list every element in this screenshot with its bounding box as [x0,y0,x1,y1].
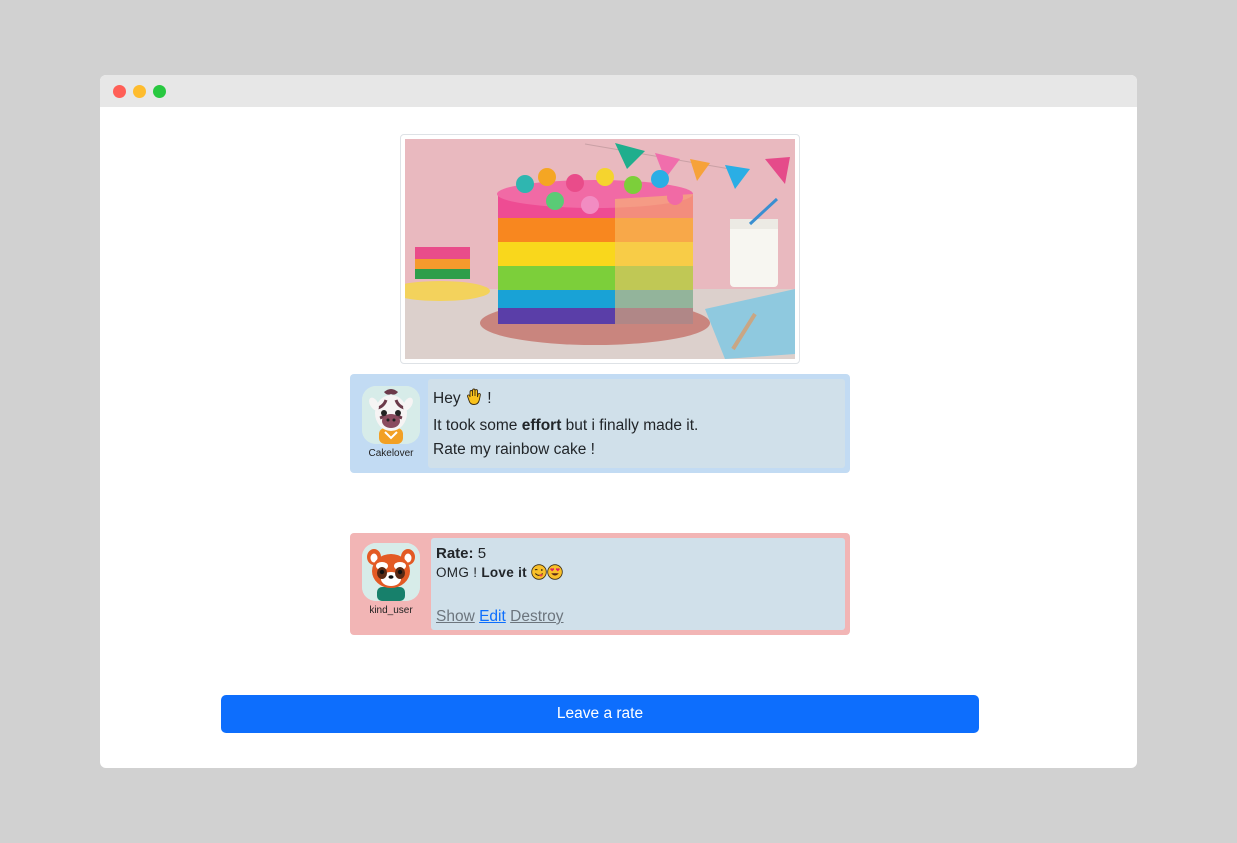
post-line-greeting: Hey ! [433,387,840,414]
post-author: Cakelover [360,386,422,459]
effort-pre-text: It took some [433,417,518,434]
maximize-window-icon[interactable] [153,85,166,98]
effort-post-text: but i finally made it. [565,417,699,434]
browser-window: Cakelover Hey ! It took some effort but … [100,75,1137,768]
rate-comment: OMG ! Love it [436,564,840,585]
rainbow-cake-photo-icon [405,139,795,359]
rate-label: Rate: [436,545,474,562]
heart-eyes-icon [547,564,563,585]
close-window-icon[interactable] [113,85,126,98]
rate-score: Rate: 5 [436,544,840,564]
effort-bold-text: effort [521,417,562,434]
rate-message: Rate: 5 OMG ! Love it Show Edit Destroy [431,538,845,630]
destroy-link[interactable]: Destroy [510,608,563,625]
leave-a-rate-button[interactable]: Leave a rate [221,695,979,733]
post-line-request: Rate my rainbow cake ! [433,441,595,458]
post-card: Cakelover Hey ! It took some effort but … [350,374,850,473]
minimize-window-icon[interactable] [133,85,146,98]
show-link[interactable]: Show [436,608,475,625]
comment-pre-text: OMG ! [436,565,478,580]
zebra-avatar-icon [362,386,420,444]
cake-image [400,134,800,364]
window-titlebar [100,75,1137,107]
comment-bold-text: Love it [481,565,527,580]
rate-author-name: kind_user [369,605,413,616]
greeting-text: Hey [433,390,461,407]
post-author-name: Cakelover [368,448,414,459]
post-message: Hey ! It took some effort but i finally … [428,379,845,468]
rate-card: kind_user Rate: 5 OMG ! Love it Show Edi… [350,533,850,635]
rate-actions: Show Edit Destroy [436,608,564,626]
red-panda-avatar-icon [362,543,420,601]
rate-author: kind_user [360,543,422,616]
edit-link[interactable]: Edit [479,608,506,625]
yum-face-icon [531,564,547,585]
greeting-end-text: ! [487,390,492,407]
waving-hand-icon [465,388,483,414]
post-line-effort: It took some effort but i finally made i… [433,414,840,438]
rate-value: 5 [477,545,487,562]
